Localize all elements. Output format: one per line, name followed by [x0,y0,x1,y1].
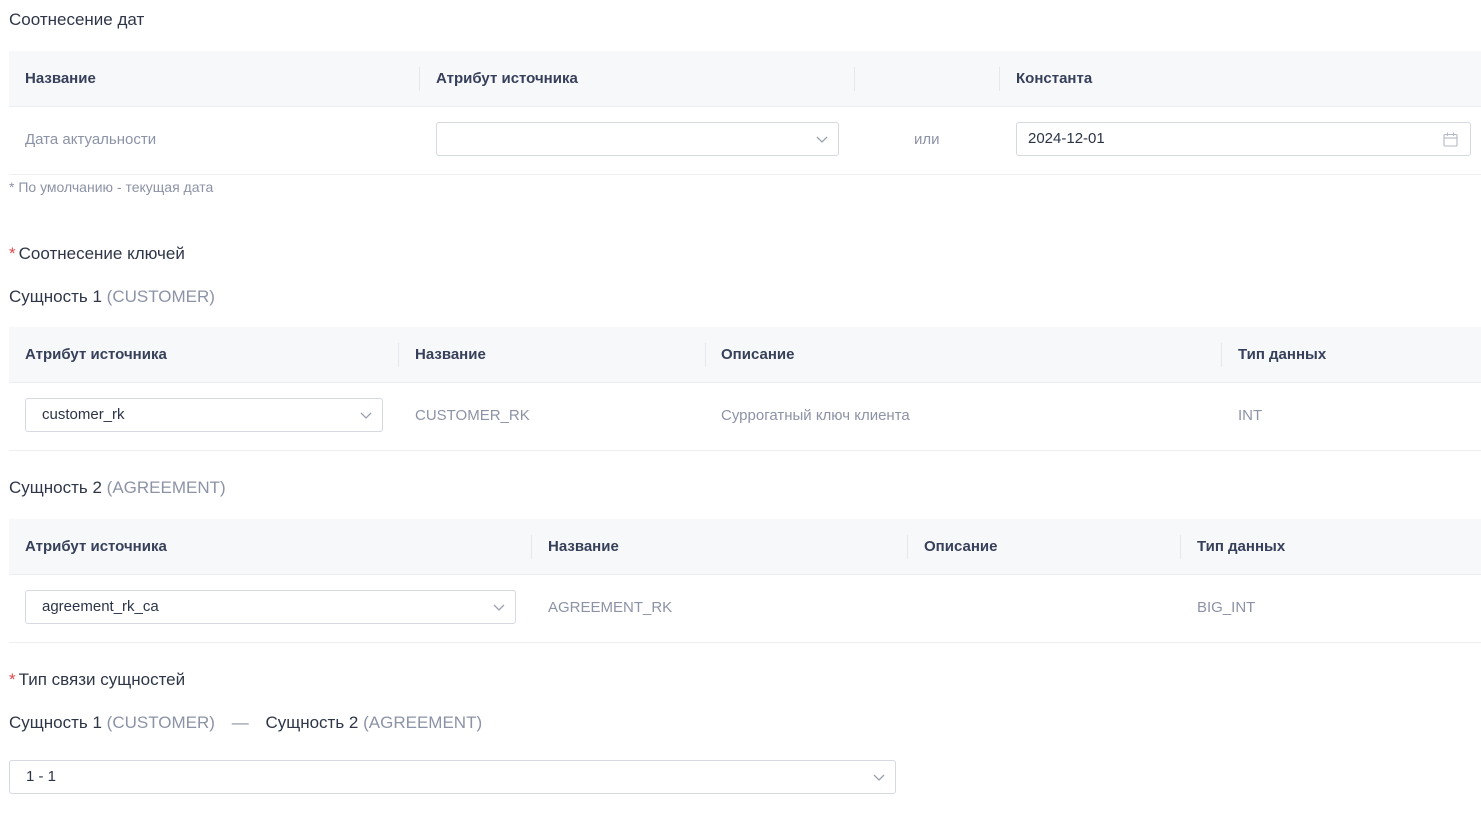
relation-entities: Сущность 1 (CUSTOMER) — Сущность 2 (AGRE… [9,713,482,733]
row-description: Суррогатный ключ клиента [721,407,910,424]
column-divider [419,67,420,91]
row-name: Дата актуальности [25,131,157,148]
header-source-attribute: Атрибут источника [436,70,578,87]
header-source-attribute: Атрибут источника [25,538,167,555]
date-source-attribute-select[interactable] [436,122,839,156]
header-data-type: Тип данных [1238,346,1327,363]
row-data-type: BIG_INT [1197,599,1256,616]
table-row: agreement_rk_ca AGREEMENT_RK BIG_INT [9,574,1481,643]
column-divider [854,67,855,91]
column-divider [1221,343,1222,367]
keys-title-text: Соотнесение ключей [18,244,185,263]
entity2-code: (AGREEMENT) [363,713,483,732]
table-header: Название Атрибут источника Константа [9,51,1481,107]
table-row: Дата актуальности или 2024-12-01 [9,106,1481,175]
header-description: Описание [721,346,795,363]
column-divider [398,343,399,367]
constant-date-picker[interactable]: 2024-12-01 [1016,122,1471,156]
chevron-down-icon [816,136,828,143]
table-header: Атрибут источника Название Описание Тип … [9,519,1481,575]
chevron-down-icon [873,774,885,781]
relation-section-title: * Тип связи сущностей [9,670,185,690]
relation-dash: — [231,713,249,732]
entity1-source-attribute-select[interactable]: customer_rk [25,398,383,432]
header-name: Название [415,346,486,363]
calendar-icon [1443,132,1458,147]
relation-title-text: Тип связи сущностей [18,670,186,689]
required-mark: * [9,244,16,263]
chevron-down-icon [493,604,505,611]
date-mapping-table: Название Атрибут источника Константа Дат… [9,51,1481,175]
header-source-attribute: Атрибут источника [25,346,167,363]
relation-type-select[interactable]: 1 - 1 [9,760,896,794]
column-divider [1180,535,1181,559]
required-mark: * [9,670,16,689]
row-name: CUSTOMER_RK [415,407,530,424]
select-value: customer_rk [42,406,125,423]
entity2-title: Сущность 2 (AGREEMENT) [9,478,226,498]
header-constant: Константа [1016,70,1093,87]
header-name: Название [25,70,96,87]
table-header: Атрибут источника Название Описание Тип … [9,327,1481,383]
row-name: AGREEMENT_RK [548,599,673,616]
entity1-label: Сущность 1 [9,287,102,306]
header-description: Описание [924,538,998,555]
entity1-code: (CUSTOMER) [106,713,215,732]
date-section-title: Соотнесение дат [9,10,145,29]
column-divider [999,67,1000,91]
entity2-keys-table: Атрибут источника Название Описание Тип … [9,519,1481,643]
entity1-label: Сущность 1 [9,713,102,732]
entity1-code: (CUSTOMER) [106,287,215,306]
entity2-source-attribute-select[interactable]: agreement_rk_ca [25,590,516,624]
header-name: Название [548,538,619,555]
header-data-type: Тип данных [1197,538,1286,555]
column-divider [531,535,532,559]
entity1-keys-table: Атрибут источника Название Описание Тип … [9,327,1481,451]
date-value: 2024-12-01 [1028,130,1105,147]
row-data-type: INT [1238,407,1263,424]
or-label: или [914,131,940,148]
entity1-title: Сущность 1 (CUSTOMER) [9,287,215,307]
entity2-label: Сущность 2 [9,478,102,497]
select-value: agreement_rk_ca [42,598,159,615]
entity2-code: (AGREEMENT) [106,478,226,497]
column-divider [705,343,706,367]
column-divider [907,535,908,559]
table-row: customer_rk CUSTOMER_RK Суррогатный ключ… [9,382,1481,451]
chevron-down-icon [360,412,372,419]
keys-section-title: * Соотнесение ключей [9,244,185,264]
default-date-hint: * По умолчанию - текущая дата [9,179,214,195]
entity2-label: Сущность 2 [265,713,359,732]
select-value: 1 - 1 [26,768,57,785]
